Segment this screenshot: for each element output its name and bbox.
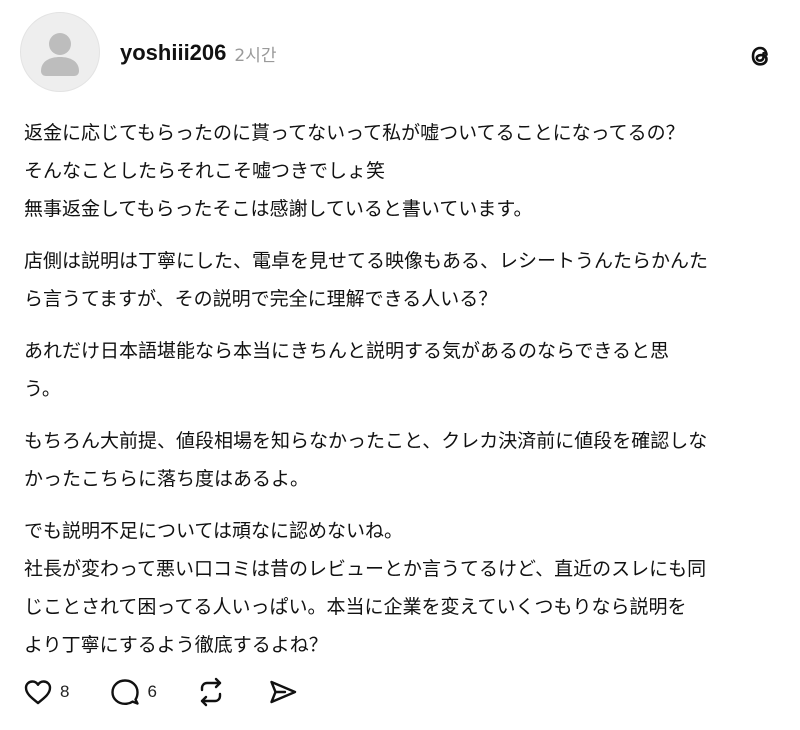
post-body: 返金に応じてもらったのに貰ってないって私が嘘ついてることになってるの？ そんなこ…: [24, 114, 782, 664]
threads-logo-icon[interactable]: [744, 40, 776, 72]
reply-button[interactable]: 6: [109, 676, 157, 708]
avatar[interactable]: [20, 12, 100, 92]
paragraph: 店側は説明は丁寧にした、電卓を見せてる映像もある、レシートうんたらかんた ら言う…: [24, 242, 782, 318]
paragraph: もちろん大前提、値段相場を知らなかったこと、クレカ決済前に値段を確認しな かった…: [24, 422, 782, 498]
paragraph: 返金に応じてもらったのに貰ってないって私が嘘ついてることになってるの？ そんなこ…: [24, 114, 782, 228]
text-line: より丁寧にするよう徹底するよね？: [24, 634, 328, 656]
text-line: う。: [24, 378, 61, 400]
text-line: かったこちらに落ち度はあるよ。: [24, 468, 310, 490]
text-line: ら言うてますが、その説明で完全に理解できる人いる？: [24, 288, 498, 310]
text-line: 無事返金してもらったそこは感謝していると書いています。: [24, 198, 533, 220]
default-avatar-icon: [41, 33, 79, 76]
repost-button[interactable]: [195, 676, 227, 708]
text-line: でも説明不足については頑なに認めないね。: [24, 520, 404, 542]
action-bar: 8 6: [22, 672, 299, 712]
text-line: 返金に応じてもらったのに貰ってないって私が嘘ついてることになってるの？: [24, 122, 685, 144]
text-line: あれだけ日本語堪能なら本当にきちんと説明する気があるのならできると思: [24, 340, 670, 362]
repost-icon: [200, 677, 222, 707]
reply-count: 6: [147, 682, 157, 701]
send-icon: [270, 680, 297, 704]
text-line: そんなことしたらそれこそ嘘つきでしょ笑: [24, 160, 386, 182]
text-line: もちろん大前提、値段相場を知らなかったこと、クレカ決済前に値段を確認しな: [24, 430, 708, 452]
post-header: yoshiii206 2시간: [120, 36, 277, 70]
timestamp: 2시간: [234, 45, 277, 66]
text-line: 社長が変わって悪い口コミは昔のレビューとか言うてるけど、直近のスレにも同: [24, 558, 707, 580]
speech-bubble-icon: [111, 679, 140, 705]
username[interactable]: yoshiii206: [120, 40, 226, 66]
like-count: 8: [60, 682, 70, 701]
text-line: じことされて困ってる人いっぱい。本当に企業を変えていくつもりなら説明を: [24, 596, 687, 618]
paragraph: でも説明不足については頑なに認めないね。 社長が変わって悪い口コミは昔のレビュー…: [24, 512, 782, 664]
heart-icon: [24, 680, 52, 705]
share-button[interactable]: [267, 676, 299, 708]
like-button[interactable]: 8: [22, 676, 69, 708]
paragraph: あれだけ日本語堪能なら本当にきちんと説明する気があるのならできると思 う。: [24, 332, 782, 408]
threads-post: yoshiii206 2시간 返金に応じてもらったのに貰ってないって私が嘘ついて…: [0, 0, 800, 730]
text-line: 店側は説明は丁寧にした、電卓を見せてる映像もある、レシートうんたらかんた: [24, 250, 709, 272]
